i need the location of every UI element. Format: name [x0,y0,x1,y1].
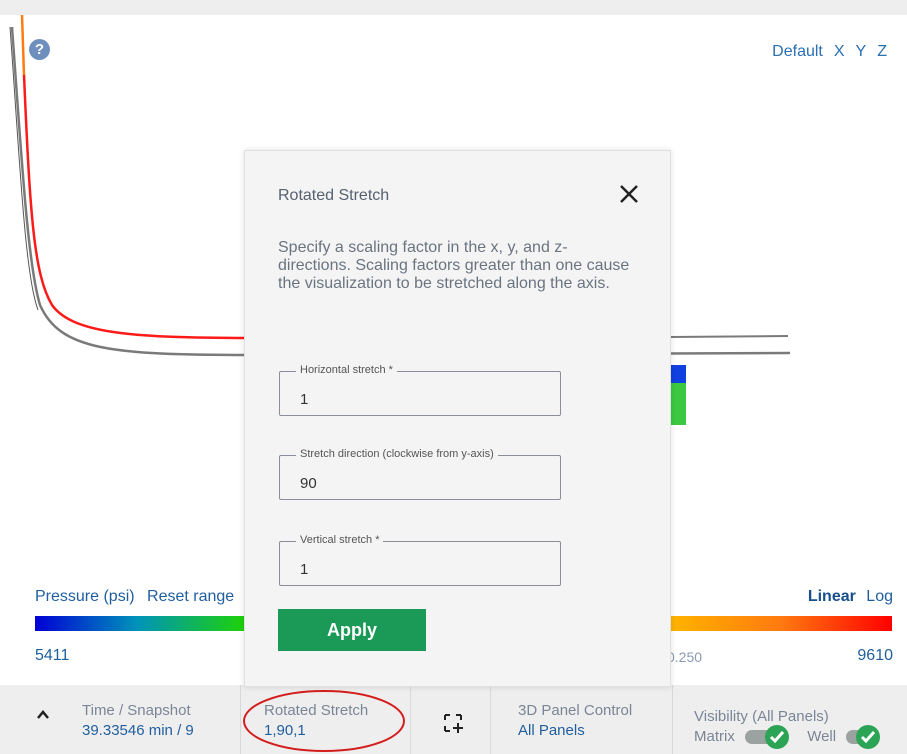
view-x-button[interactable]: X [834,43,845,61]
red-trajectory-line [22,74,251,340]
panel-control-value: All Panels [518,722,585,739]
divider [672,685,673,754]
matrix-toggle[interactable] [745,725,790,750]
rotated-stretch-dialog: Rotated Stretch Specify a scaling factor… [244,150,671,687]
panel-control[interactable]: 3D Panel Control All Panels [518,701,632,741]
green-block [670,383,686,425]
divider [490,685,491,754]
colorbar-mid-value: 0.250 [667,649,703,665]
top-bar [0,0,907,15]
panel-control-label: 3D Panel Control [518,702,633,719]
axis-view-selector: Default X Y Z [772,43,887,61]
time-snapshot-label: Time / Snapshot [82,702,191,719]
log-scale-option[interactable]: Log [866,588,893,605]
time-snapshot-value: 39.33546 min / 9 [82,722,194,739]
check-icon [765,725,790,750]
colorbar-max-value: 9610 [857,647,893,664]
horizontal-stretch-input[interactable] [280,372,560,415]
well-label: Well [807,728,837,745]
colorbar-min-value: 5411 [35,647,70,664]
dialog-description: Specify a scaling factor in the x, y, an… [278,239,630,292]
reset-range-link[interactable]: Reset range [147,588,234,605]
horizontal-stretch-field: Horizontal stretch * [279,364,561,416]
highlight-circle-annotation [243,690,405,752]
stretch-direction-field: Stretch direction (clockwise from y-axis… [279,448,561,500]
divider [410,685,411,754]
view-y-button[interactable]: Y [856,43,867,61]
chevron-up-icon[interactable] [35,707,51,723]
check-icon [856,725,881,750]
stretch-direction-input[interactable] [280,456,560,499]
legend-header: Pressure (psi) Reset range [35,588,242,606]
apply-button[interactable]: Apply [278,609,426,651]
bottom-toolbar: Time / Snapshot 39.33546 min / 9 Rotated… [0,685,907,754]
help-icon[interactable]: ? [29,39,50,60]
variable-selector[interactable]: Pressure (psi) [35,588,135,605]
orange-trajectory-line [20,15,26,76]
vertical-stretch-field: Vertical stretch * [279,534,561,586]
dialog-title: Rotated Stretch [278,187,390,204]
visibility-label: Visibility (All Panels) [694,708,829,725]
gray-trajectory-right [669,335,789,338]
visibility-control: Visibility (All Panels) Matrix Well [694,707,881,750]
fullscreen-icon[interactable] [442,712,464,734]
blue-block [670,365,686,383]
linear-scale-option[interactable]: Linear [808,588,856,605]
matrix-label: Matrix [694,728,735,745]
view-z-button[interactable]: Z [877,43,887,61]
well-toggle[interactable] [846,725,881,750]
close-icon[interactable] [618,183,640,205]
vertical-stretch-input[interactable] [280,542,560,585]
time-snapshot-control[interactable]: Time / Snapshot 39.33546 min / 9 [82,701,194,741]
view-default-button[interactable]: Default [772,43,823,61]
scale-toggle: Linear Log [808,588,893,606]
